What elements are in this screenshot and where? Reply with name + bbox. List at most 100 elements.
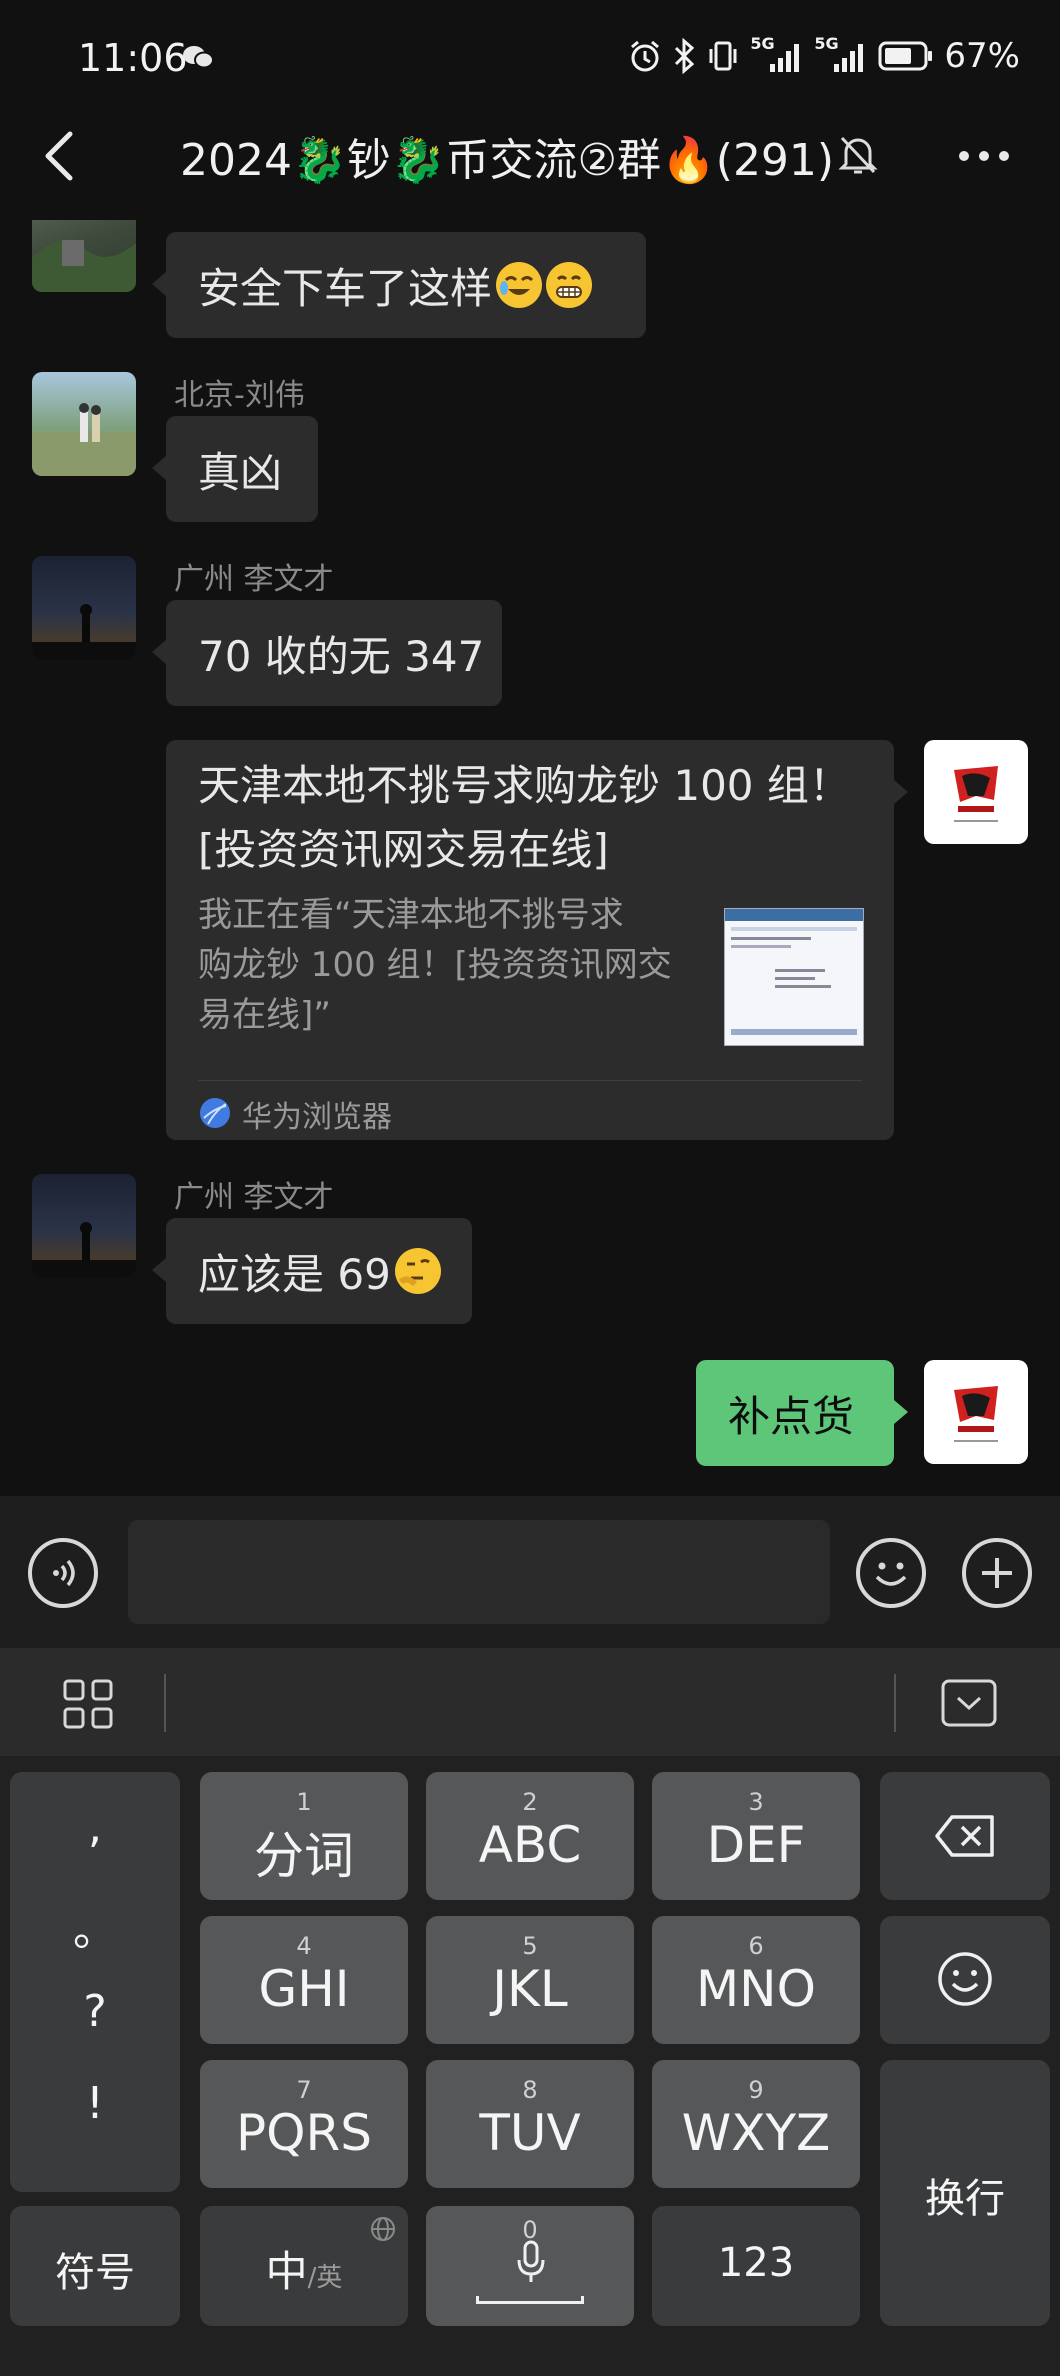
system-icons: 5G 5G 67% <box>628 34 1020 76</box>
punct-comma[interactable]: , <box>10 1802 180 1853</box>
bluetooth-icon <box>675 38 695 74</box>
key-label: GHI <box>258 1960 350 2018</box>
key-8[interactable]: 8 TUV <box>426 2060 634 2188</box>
sender-name: 广州 李文才 <box>174 562 334 597</box>
key-label: JKL <box>492 1960 568 2018</box>
key-label: MNO <box>696 1960 816 2018</box>
bubble-tail <box>152 640 166 664</box>
message-bubble[interactable]: 真凶 <box>166 416 318 522</box>
number-mode-label: 123 <box>717 2240 795 2286</box>
smiley-icon <box>938 1952 992 2006</box>
self-avatar[interactable] <box>924 740 1028 844</box>
card-source: 华为浏览器 <box>242 1100 392 1135</box>
shared-link-card[interactable]: 天津本地不挑号求购龙钞 100 组！ [投资资讯网交易在线] 我正在看“天津本地… <box>166 740 894 1140</box>
backspace-icon <box>935 1815 994 1857</box>
key-label: PQRS <box>236 2104 372 2162</box>
sender-name: 北京-刘伟 <box>174 378 305 413</box>
key-label: DEF <box>706 1816 806 1874</box>
punctuation-panel[interactable]: , 。 ? ! <box>10 1772 180 2192</box>
bubble-tail <box>152 272 166 296</box>
alarm-icon <box>631 40 660 72</box>
toolbar-divider <box>894 1674 896 1732</box>
key-label: TUV <box>479 2104 581 2162</box>
punct-period[interactable]: 。 <box>10 1894 180 1958</box>
chat-message-list[interactable]: 安全下车了这样 北京-刘伟 真凶 广州 李文才 70 收的无 347 天津本地不… <box>0 220 1060 1500</box>
hide-keyboard-icon[interactable] <box>940 1678 998 1728</box>
key-6[interactable]: 6 MNO <box>652 1916 860 2044</box>
card-desc-line1: 我正在看“天津本地不挑号求 <box>198 895 624 935</box>
space-bar-indicator <box>476 2296 584 2304</box>
wechat-notification-icon <box>183 46 214 69</box>
english-mode-label: /英 <box>307 2263 343 2293</box>
toolbar-divider <box>164 1674 166 1732</box>
bubble-tail <box>152 1258 166 1282</box>
key-label: 分词 <box>254 1827 354 1885</box>
thinking-emoji-icon <box>394 1248 441 1294</box>
microphone-icon <box>517 2240 545 2282</box>
message-text: 70 收的无 347 <box>198 631 485 681</box>
number-mode-key[interactable]: 123 <box>652 2206 860 2326</box>
laughing-crying-emoji-icon <box>496 262 543 308</box>
bubble-tail <box>894 780 908 804</box>
self-avatar[interactable] <box>924 1360 1028 1464</box>
keyboard-toolbar <box>0 1648 1060 1756</box>
battery-percent: 67% <box>944 36 1020 76</box>
key-7[interactable]: 7 PQRS <box>200 2060 408 2188</box>
key-3[interactable]: 3 DEF <box>652 1772 860 1900</box>
back-arrow-icon[interactable] <box>40 128 80 184</box>
signal-icon-1: 5G <box>750 34 804 74</box>
huawei-browser-icon <box>200 1098 230 1128</box>
message-text: 应该是 69 <box>198 1249 391 1299</box>
card-desc-line2: 购龙钞 100 组！[投资资讯网交 <box>198 945 672 985</box>
status-bar: 11:06 5G 5G 67% <box>0 0 1060 120</box>
message-text: 真凶 <box>198 447 283 497</box>
avatar[interactable] <box>32 556 136 660</box>
voice-input-icon[interactable] <box>28 1538 98 1608</box>
status-time: 11:06 <box>78 36 188 80</box>
avatar[interactable] <box>32 220 136 292</box>
message-input[interactable] <box>128 1520 830 1624</box>
vibrate-icon <box>709 41 737 71</box>
key-label: WXYZ <box>681 2104 831 2162</box>
card-thumbnail <box>724 908 864 1046</box>
chinese-mode-label: 中 <box>265 2247 308 2296</box>
message-bubble[interactable]: 70 收的无 347 <box>166 600 502 706</box>
card-divider <box>198 1080 862 1081</box>
backspace-key[interactable] <box>880 1772 1050 1900</box>
keyboard-menu-grid-icon[interactable] <box>62 1678 114 1730</box>
avatar[interactable] <box>32 372 136 476</box>
more-options-icon[interactable] <box>958 150 1010 162</box>
key-4[interactable]: 4 GHI <box>200 1916 408 2044</box>
signal-icon-2: 5G <box>814 34 868 74</box>
card-desc-line3: 易在线]” <box>198 995 331 1035</box>
punct-question[interactable]: ? <box>10 1986 180 2037</box>
space-key[interactable]: 0 <box>426 2206 634 2326</box>
avatar[interactable] <box>32 1174 136 1278</box>
group-title: 2024🐉钞🐉币交流②群🔥(291) <box>180 135 835 186</box>
more-functions-plus-icon[interactable] <box>962 1538 1032 1608</box>
self-message-bubble[interactable]: 补点货 <box>696 1360 894 1466</box>
battery-icon <box>878 41 933 71</box>
emoji-picker-icon[interactable] <box>856 1538 926 1608</box>
card-title-line2: [投资资讯网交易在线] <box>198 825 609 874</box>
key-9[interactable]: 9 WXYZ <box>652 2060 860 2188</box>
key-5[interactable]: 5 JKL <box>426 1916 634 2044</box>
symbols-key[interactable]: 符号 <box>10 2206 180 2326</box>
chinese-english-toggle-key[interactable]: 中/英 <box>200 2206 408 2326</box>
mute-bell-icon <box>838 136 878 174</box>
sender-name: 广州 李文才 <box>174 1180 334 1215</box>
message-text: 安全下车了这样 <box>198 263 493 313</box>
grinning-emoji-icon <box>546 262 593 308</box>
bubble-tail <box>152 456 166 480</box>
key-2[interactable]: 2 ABC <box>426 1772 634 1900</box>
emoji-key[interactable] <box>880 1916 1050 2044</box>
punct-exclaim[interactable]: ! <box>10 2078 180 2129</box>
key-1[interactable]: 1 分词 <box>200 1772 408 1900</box>
bubble-tail <box>894 1400 908 1424</box>
enter-label: 换行 <box>925 2176 1005 2222</box>
message-bubble[interactable]: 安全下车了这样 <box>166 232 646 338</box>
card-title-line1: 天津本地不挑号求购龙钞 100 组！ <box>198 761 851 810</box>
enter-key[interactable]: 换行 <box>880 2060 1050 2326</box>
message-bubble[interactable]: 应该是 69 <box>166 1218 472 1324</box>
key-label: ABC <box>478 1816 582 1874</box>
